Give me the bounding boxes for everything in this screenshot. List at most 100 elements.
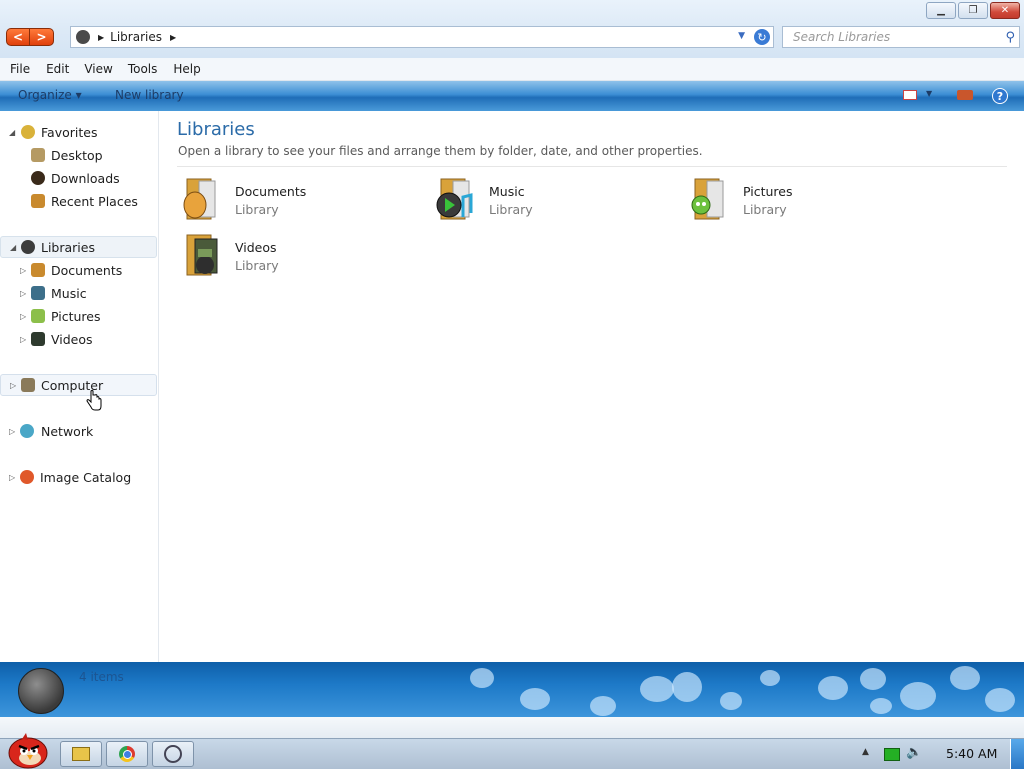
close-button[interactable]: ✕ xyxy=(990,2,1020,19)
start-button[interactable] xyxy=(4,729,50,769)
search-input[interactable] xyxy=(791,29,995,45)
expanded-arrow-icon[interactable]: ◢ xyxy=(9,128,15,137)
navigation-buttons: < > xyxy=(6,28,54,46)
decorative-bubble xyxy=(950,666,980,690)
library-type: Library xyxy=(235,258,279,273)
decorative-bubble xyxy=(870,698,892,714)
help-button[interactable]: ? xyxy=(992,88,1008,104)
library-name: Music xyxy=(489,184,525,199)
network-icon xyxy=(20,424,34,438)
libraries-icon xyxy=(76,30,90,44)
new-library-button[interactable]: New library xyxy=(115,88,184,102)
nav-computer[interactable]: ▷ Computer xyxy=(0,374,157,396)
nav-network[interactable]: ▷ Network xyxy=(0,420,157,442)
breadcrumb-libraries[interactable]: Libraries xyxy=(110,30,162,44)
decorative-bubble xyxy=(985,688,1015,712)
pictures-library-icon xyxy=(691,178,724,220)
view-options-dropdown-icon[interactable]: ▼ xyxy=(926,89,932,98)
recent-places-icon xyxy=(31,194,45,208)
decorative-bubble xyxy=(900,682,936,710)
decorative-bubble xyxy=(720,692,742,710)
nav-label: Favorites xyxy=(41,124,98,140)
nav-label: Pictures xyxy=(51,308,101,324)
search-box[interactable]: ⚲ xyxy=(782,26,1020,48)
taskbar-app-button[interactable] xyxy=(152,741,194,767)
collapsed-arrow-icon[interactable]: ▷ xyxy=(20,289,26,298)
collapsed-arrow-icon[interactable]: ▷ xyxy=(20,335,26,344)
title-bar: ▁ ❐ ✕ < > ▶ Libraries ▶ ▼ ↻ ⚲ xyxy=(0,0,1024,58)
desktop-icon xyxy=(31,148,45,162)
network-status-icon[interactable] xyxy=(884,748,900,761)
expanded-arrow-icon[interactable]: ◢ xyxy=(10,243,16,252)
nav-image-catalog[interactable]: ▷ Image Catalog xyxy=(0,466,157,488)
collapsed-arrow-icon[interactable]: ▷ xyxy=(9,473,15,482)
collapsed-arrow-icon[interactable]: ▷ xyxy=(9,427,15,436)
collapsed-arrow-icon[interactable]: ▷ xyxy=(10,381,16,390)
library-name: Pictures xyxy=(743,184,793,199)
decorative-bubble xyxy=(818,676,848,700)
menu-help[interactable]: Help xyxy=(173,62,200,76)
folder-icon xyxy=(72,747,90,761)
nav-libraries-music[interactable]: ▷ Music xyxy=(0,282,157,304)
breadcrumb-arrow-icon[interactable]: ▶ xyxy=(98,33,104,42)
library-music[interactable]: Music Library xyxy=(435,177,675,225)
library-pictures[interactable]: Pictures Library xyxy=(689,177,929,225)
address-bar[interactable]: ▶ Libraries ▶ ▼ ↻ xyxy=(70,26,774,48)
nav-favorites[interactable]: ◢ Favorites xyxy=(0,121,157,143)
nav-label: Desktop xyxy=(51,147,103,163)
back-arrow-icon: < xyxy=(12,30,24,44)
nav-label: Libraries xyxy=(41,239,95,255)
star-icon xyxy=(21,125,35,139)
libraries-icon xyxy=(21,240,35,254)
search-icon[interactable]: ⚲ xyxy=(1005,30,1015,45)
library-type: Library xyxy=(489,202,533,217)
taskbar-chrome-button[interactable] xyxy=(106,741,148,767)
forward-arrow-icon: > xyxy=(36,30,47,44)
taskbar-explorer-button[interactable] xyxy=(60,741,102,767)
show-hidden-icons-icon[interactable]: ▲ xyxy=(862,747,869,757)
collapsed-arrow-icon[interactable]: ▷ xyxy=(20,312,26,321)
nav-favorites-downloads[interactable]: Downloads xyxy=(0,167,157,189)
documents-library-icon xyxy=(183,178,216,220)
nav-label: Documents xyxy=(51,262,123,278)
item-count: 4 items xyxy=(79,670,124,684)
minimize-button[interactable]: ▁ xyxy=(926,2,956,19)
menu-file[interactable]: File xyxy=(10,62,30,76)
show-desktop-button[interactable] xyxy=(1010,739,1024,769)
menu-view[interactable]: View xyxy=(84,62,112,76)
chrome-icon xyxy=(119,746,135,762)
change-view-icon[interactable] xyxy=(903,90,917,100)
hand-cursor-icon xyxy=(86,390,102,411)
nav-libraries[interactable]: ◢ Libraries xyxy=(0,236,157,258)
breadcrumb-arrow-icon[interactable]: ▶ xyxy=(170,33,176,42)
menu-edit[interactable]: Edit xyxy=(46,62,69,76)
window-controls: ▁ ❐ ✕ xyxy=(926,2,1020,19)
refresh-icon[interactable]: ↻ xyxy=(754,29,770,45)
preview-pane-icon[interactable] xyxy=(957,90,973,100)
nav-favorites-desktop[interactable]: Desktop xyxy=(0,144,157,166)
details-pane: 4 items xyxy=(0,662,1024,717)
nav-libraries-documents[interactable]: ▷ Documents xyxy=(0,259,157,281)
nav-favorites-recent-places[interactable]: Recent Places xyxy=(0,190,157,212)
nav-libraries-pictures[interactable]: ▷ Pictures xyxy=(0,305,157,327)
address-history-dropdown-icon[interactable]: ▼ xyxy=(738,31,745,41)
downloads-icon xyxy=(31,171,45,185)
clock[interactable]: 5:40 AM xyxy=(946,746,997,761)
computer-icon xyxy=(21,378,35,392)
menu-tools[interactable]: Tools xyxy=(128,62,158,76)
collapsed-arrow-icon[interactable]: ▷ xyxy=(20,266,26,275)
organize-button[interactable]: Organize ▾ xyxy=(18,88,82,102)
forward-button[interactable]: > xyxy=(30,28,54,46)
taskbar: ▲ 🔈 5:40 AM xyxy=(0,733,1024,769)
videos-icon xyxy=(31,332,45,346)
nav-libraries-videos[interactable]: ▷ Videos xyxy=(0,328,157,350)
nav-label: Downloads xyxy=(51,170,120,186)
restore-button[interactable]: ❐ xyxy=(958,2,988,19)
library-documents[interactable]: Documents Library xyxy=(181,177,421,225)
nav-label: Videos xyxy=(51,331,93,347)
nav-label: Image Catalog xyxy=(40,469,132,485)
volume-icon[interactable]: 🔈 xyxy=(906,745,922,760)
page-description: Open a library to see your files and arr… xyxy=(178,144,703,158)
library-videos[interactable]: Videos Library xyxy=(181,233,421,281)
back-button[interactable]: < xyxy=(6,28,30,46)
